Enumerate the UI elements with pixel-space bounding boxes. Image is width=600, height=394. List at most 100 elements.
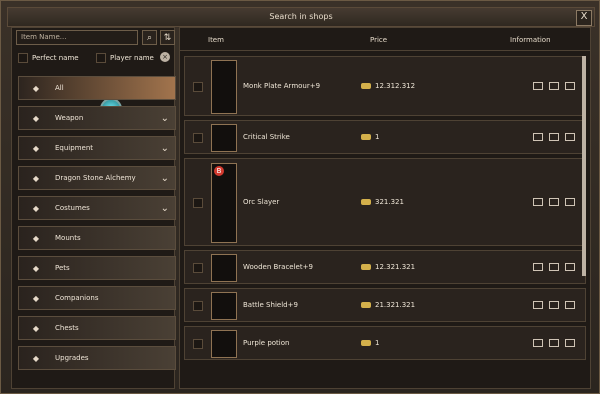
result-row[interactable]: Critical Strike 1 bbox=[184, 120, 586, 154]
price-value: 12.321.321 bbox=[375, 263, 416, 271]
player-name-filter[interactable]: Player name bbox=[96, 53, 154, 63]
close-button[interactable]: X bbox=[576, 10, 592, 26]
results-scrollbar[interactable] bbox=[582, 56, 586, 276]
information-column-header: Information bbox=[510, 36, 551, 44]
price-value: 12.312.312 bbox=[375, 82, 416, 90]
result-row[interactable]: Battle Shield+9 21.321.321 bbox=[184, 288, 586, 322]
chevron-down-icon[interactable]: ⌄ bbox=[161, 143, 169, 154]
result-row[interactable]: Purple potion 1 bbox=[184, 326, 586, 360]
row-checkbox[interactable] bbox=[193, 339, 203, 349]
category-all[interactable]: ◆ All bbox=[18, 76, 176, 100]
category-label: Pets bbox=[55, 264, 70, 272]
item-price: 21.321.321 bbox=[361, 301, 415, 309]
price-value: 1 bbox=[375, 339, 380, 347]
chest-icon: ◆ bbox=[32, 323, 40, 333]
upgrade-icon: ◆ bbox=[32, 353, 40, 363]
category-label: Costumes bbox=[55, 204, 90, 212]
row-checkbox[interactable] bbox=[193, 133, 203, 143]
window-title: Search in shops bbox=[269, 12, 333, 21]
search-input[interactable]: Item Name... bbox=[16, 30, 138, 45]
category-equipment[interactable]: ◆ Equipment ⌄ bbox=[18, 136, 176, 160]
player-name-label: Player name bbox=[110, 54, 154, 62]
search-icon[interactable] bbox=[565, 82, 575, 90]
item-badge: B bbox=[214, 166, 224, 176]
shop-icon[interactable] bbox=[549, 263, 559, 271]
gold-icon bbox=[361, 340, 371, 346]
search-button[interactable]: ⌕ bbox=[142, 30, 157, 45]
category-dragon-stone-alchemy[interactable]: ◆ Dragon Stone Alchemy ⌄ bbox=[18, 166, 176, 190]
potion-icon bbox=[211, 330, 237, 358]
price-value: 1 bbox=[375, 133, 380, 141]
search-icon[interactable] bbox=[565, 133, 575, 141]
category-chests[interactable]: ◆ Chests bbox=[18, 316, 176, 340]
shop-icon[interactable] bbox=[549, 301, 559, 309]
item-name: Orc Slayer bbox=[243, 198, 280, 206]
shop-icon[interactable] bbox=[549, 198, 559, 206]
category-pets[interactable]: ◆ Pets bbox=[18, 256, 176, 280]
row-checkbox[interactable] bbox=[193, 263, 203, 273]
info-icons bbox=[533, 263, 575, 271]
mount-icon: ◆ bbox=[32, 233, 40, 243]
category-weapon[interactable]: ◆ Weapon ⌄ bbox=[18, 106, 176, 130]
search-icon[interactable] bbox=[565, 198, 575, 206]
sort-button[interactable]: ⇅ bbox=[160, 30, 175, 45]
results-panel: Item Price Information Monk Plate Armour… bbox=[179, 27, 591, 389]
item-name: Battle Shield+9 bbox=[243, 301, 298, 309]
arrow-icon bbox=[211, 124, 237, 152]
left-panel: Item Name... ⌕ ⇅ Perfect name Player nam… bbox=[11, 27, 176, 389]
chevron-down-icon[interactable]: ⌄ bbox=[161, 203, 169, 214]
pet-icon: ◆ bbox=[32, 263, 40, 273]
category-companions[interactable]: ◆ Companions bbox=[18, 286, 176, 310]
chevron-down-icon[interactable]: ⌄ bbox=[161, 173, 169, 184]
gold-icon bbox=[361, 199, 371, 205]
result-row[interactable]: Monk Plate Armour+9 12.312.312 bbox=[184, 56, 586, 116]
player-name-checkbox[interactable] bbox=[96, 53, 106, 63]
dragon-stone-icon: ◆ bbox=[32, 173, 40, 183]
price-value: 321.321 bbox=[375, 198, 404, 206]
info-icons bbox=[533, 82, 575, 90]
search-icon[interactable] bbox=[565, 263, 575, 271]
mail-icon[interactable] bbox=[533, 301, 543, 309]
title-bar: Search in shops X bbox=[7, 7, 595, 27]
row-checkbox[interactable] bbox=[193, 198, 203, 208]
search-icon[interactable] bbox=[565, 339, 575, 347]
search-icon[interactable] bbox=[565, 301, 575, 309]
chevron-down-icon[interactable]: ⌄ bbox=[161, 113, 169, 124]
category-label: Equipment bbox=[55, 144, 93, 152]
armor-icon bbox=[211, 60, 237, 114]
search-icon: ⌕ bbox=[146, 32, 153, 43]
mail-icon[interactable] bbox=[533, 198, 543, 206]
item-price: 12.321.321 bbox=[361, 263, 415, 271]
category-costumes[interactable]: ◆ Costumes ⌄ bbox=[18, 196, 176, 220]
mail-icon[interactable] bbox=[533, 263, 543, 271]
info-icons bbox=[533, 133, 575, 141]
category-upgrades[interactable]: ◆ Upgrades bbox=[18, 346, 176, 370]
sort-icon: ⇅ bbox=[163, 32, 172, 43]
item-price: 321.321 bbox=[361, 198, 404, 206]
result-row[interactable]: Wooden Bracelet+9 12.321.321 bbox=[184, 250, 586, 284]
mail-icon[interactable] bbox=[533, 339, 543, 347]
category-label: Chests bbox=[55, 324, 79, 332]
row-checkbox[interactable] bbox=[193, 82, 203, 92]
info-icons bbox=[533, 339, 575, 347]
shop-icon[interactable] bbox=[549, 339, 559, 347]
sword-icon: B bbox=[211, 163, 237, 243]
shop-icon[interactable] bbox=[549, 82, 559, 90]
item-name: Wooden Bracelet+9 bbox=[243, 263, 313, 271]
mail-icon[interactable] bbox=[533, 82, 543, 90]
category-mounts[interactable]: ◆ Mounts bbox=[18, 226, 176, 250]
perfect-name-checkbox[interactable] bbox=[18, 53, 28, 63]
row-checkbox[interactable] bbox=[193, 301, 203, 311]
search-in-shops-window: Search in shops X Item Name... ⌕ ⇅ Perfe… bbox=[0, 0, 600, 394]
shop-icon[interactable] bbox=[549, 133, 559, 141]
armor-icon: ◆ bbox=[32, 143, 40, 153]
item-column-header: Item bbox=[208, 36, 224, 44]
result-row[interactable]: B Orc Slayer 321.321 bbox=[184, 158, 586, 246]
perfect-name-filter[interactable]: Perfect name bbox=[18, 53, 79, 63]
clear-filters-button[interactable]: × bbox=[160, 52, 170, 62]
mail-icon[interactable] bbox=[533, 133, 543, 141]
sword-icon: ◆ bbox=[32, 113, 40, 123]
category-label: Upgrades bbox=[55, 354, 89, 362]
costume-icon: ◆ bbox=[32, 203, 40, 213]
shield-icon bbox=[211, 292, 237, 320]
